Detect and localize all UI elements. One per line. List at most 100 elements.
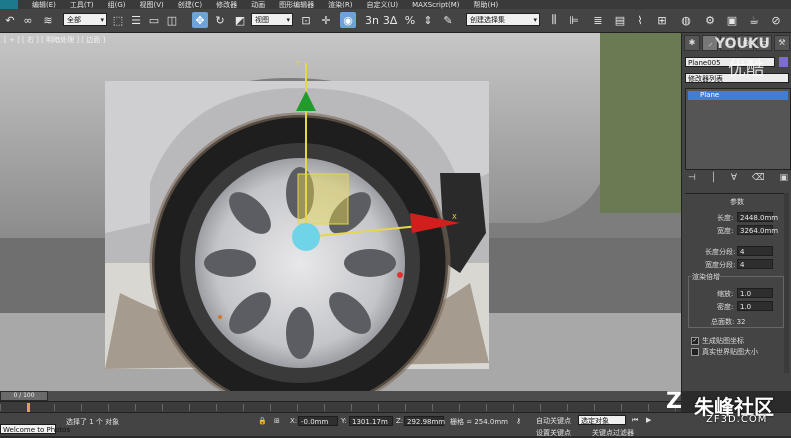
background-bushes <box>600 33 681 213</box>
scale-field[interactable]: 1.0 <box>737 288 773 298</box>
z-coord-field[interactable]: 292.98mm <box>404 416 445 426</box>
menu-maxscript[interactable]: MAXScript(M) <box>412 1 459 9</box>
rect-selection-icon[interactable]: ▭ <box>146 12 162 28</box>
undo-icon[interactable]: ↶ <box>2 12 18 28</box>
make-unique-icon[interactable]: ∀ <box>731 173 737 185</box>
current-frame-marker <box>27 403 30 412</box>
show-end-result-icon[interactable]: │ <box>711 173 716 185</box>
rotate-icon[interactable]: ↻ <box>212 12 228 28</box>
selection-status: 选择了 1 个 对象 <box>66 418 120 426</box>
y-coord-field[interactable]: 1301.17m <box>349 416 393 426</box>
edit-named-selection-icon[interactable]: ✎ <box>440 12 456 28</box>
set-key-button[interactable]: 设置关键点 <box>536 428 571 438</box>
grid-size-text: 栅格 = 254.0mm <box>450 418 508 426</box>
window-crossing-icon[interactable]: ◫ <box>164 12 180 28</box>
mirror-icon[interactable]: ⫼ <box>546 12 562 28</box>
curve-editor-icon[interactable]: ⌇ <box>632 12 648 28</box>
play-icon[interactable]: ▶ <box>646 416 651 424</box>
status-bar: Welcome to Photos 选择了 1 个 对象 🔒 ⊞ X: -0.0… <box>0 412 791 438</box>
angle-snap-count: 3 <box>382 13 390 27</box>
key-filters-button[interactable]: 关键点过滤器 <box>592 428 634 438</box>
snaps-toggle-icon[interactable]: 3n <box>364 12 380 28</box>
length-field[interactable]: 2448.0mm <box>737 212 778 222</box>
youku-watermark-bottom: 优酷 <box>728 59 764 80</box>
render-production-icon[interactable]: ☕ <box>746 12 762 28</box>
percent-snap-icon[interactable]: % <box>402 12 418 28</box>
link-icon[interactable]: ∞ <box>20 12 36 28</box>
scale-label: 缩放: <box>717 290 734 298</box>
length-segs-label: 长度分段: <box>705 248 736 256</box>
render-setup-icon[interactable]: ⚙ <box>702 12 718 28</box>
move-icon[interactable]: ✥ <box>192 12 208 28</box>
rendered-frame-icon[interactable]: ▣ <box>724 12 740 28</box>
stack-item-plane[interactable]: Plane <box>688 91 788 100</box>
site-watermark: ZF3D.COM <box>706 414 768 425</box>
bind-spacewarp-icon[interactable]: ≋ <box>40 12 56 28</box>
app-logo[interactable] <box>0 0 18 9</box>
perspective-viewport[interactable]: Y X [ + ] [ 右 ] [ 明暗处理 ] [ 边面 ] <box>0 33 681 391</box>
absolute-mode-icon[interactable]: ⊞ <box>274 417 280 425</box>
community-logo-icon: Z <box>666 389 682 414</box>
width-label: 宽度: <box>717 227 734 235</box>
real-world-map-label: 真实世界贴图大小 <box>702 348 758 356</box>
main-toolbar: ↶ ∞ ≋ 全部 ⬚ ☰ ▭ ◫ ✥ ↻ ◩ 视图 ⊡ ✛ ◉ 3n 3∆ % … <box>0 9 791 33</box>
utilities-tab-icon[interactable]: ⚒ <box>774 35 790 51</box>
key-icon[interactable]: ⚷ <box>516 417 521 425</box>
menu-bar: 编辑(E) 工具(T) 组(G) 视图(V) 创建(C) 修改器 动画 图形编辑… <box>0 0 791 9</box>
viewport-scene: Y X <box>0 33 681 391</box>
select-object-icon[interactable]: ⬚ <box>110 12 126 28</box>
x-axis-label: X <box>452 213 457 221</box>
render-iterative-icon[interactable]: ⊘ <box>768 12 784 28</box>
goto-start-icon[interactable]: ⏮ <box>632 416 638 425</box>
graphite-ribbon-icon[interactable]: ▤ <box>612 12 628 28</box>
z-coord-label: Z: <box>396 417 404 425</box>
layer-manager-icon[interactable]: ≣ <box>590 12 606 28</box>
angle-snap-icon[interactable]: 3 ∆ <box>382 12 398 28</box>
x-coord-field[interactable]: -0.0mm <box>298 416 338 426</box>
real-world-map-checkbox[interactable] <box>691 348 699 356</box>
selection-filter-dropdown[interactable]: 全部 <box>63 13 107 27</box>
y-coord-label: Y: <box>341 417 347 425</box>
reference-coord-dropdown[interactable]: 视图 <box>251 13 293 27</box>
named-selection-dropdown[interactable]: 创建选择集 <box>466 13 540 27</box>
density-label: 密度: <box>717 303 734 311</box>
maxscript-listener[interactable]: Welcome to Photos <box>0 424 70 434</box>
snaps-count: 3 <box>365 13 372 27</box>
lock-selection-icon[interactable]: 🔒 <box>258 417 267 425</box>
remove-modifier-icon[interactable]: ⌫ <box>752 173 765 185</box>
align-icon[interactable]: ⊫ <box>566 12 582 28</box>
command-panel: ✱ ◞ ⊥ ◎ ▭ ⚒ Plane005 修改器列表 Plane ⊣ │ ∀ ⌫… <box>681 33 791 391</box>
rollout-title[interactable]: 参数 <box>730 197 744 207</box>
length-segs-field[interactable]: 4 <box>737 246 773 256</box>
panel-scrollbar[interactable] <box>784 193 789 373</box>
width-field[interactable]: 3264.0mm <box>737 225 778 235</box>
scale-icon[interactable]: ◩ <box>232 12 248 28</box>
pin-stack-icon[interactable]: ⊣ <box>688 173 696 185</box>
gen-mapping-label: 生成贴图坐标 <box>702 337 744 345</box>
select-by-name-icon[interactable]: ☰ <box>128 12 144 28</box>
keyboard-shortcut-icon[interactable]: ◉ <box>340 12 356 28</box>
youku-watermark-top: YOUKU <box>715 36 770 52</box>
stack-controls: ⊣ │ ∀ ⌫ ▣ <box>688 173 788 185</box>
pivot-point[interactable] <box>292 223 320 251</box>
auto-key-button[interactable]: 自动关键点 <box>536 416 571 426</box>
material-editor-icon[interactable]: ◍ <box>678 12 694 28</box>
viewport-label[interactable]: [ + ] [ 右 ] [ 明暗处理 ] [ 边面 ] <box>4 35 105 45</box>
y-axis-label: Y <box>295 60 301 68</box>
total-faces-text: 总面数: 32 <box>711 318 746 326</box>
density-field[interactable]: 1.0 <box>737 301 773 311</box>
x-coord-label: X: <box>290 417 298 425</box>
configure-sets-icon[interactable]: ▣ <box>779 173 788 185</box>
modifier-stack: Plane <box>685 88 791 170</box>
key-filter-dropdown[interactable]: 选定对象 <box>578 415 626 425</box>
pivot-center-icon[interactable]: ⊡ <box>298 12 314 28</box>
width-segs-field[interactable]: 4 <box>737 259 773 269</box>
object-color-swatch[interactable] <box>779 57 788 67</box>
schematic-view-icon[interactable]: ⊞ <box>654 12 670 28</box>
create-tab-icon[interactable]: ✱ <box>684 35 700 51</box>
time-slider-thumb[interactable]: 0 / 100 <box>0 391 48 401</box>
spinner-snap-icon[interactable]: ⇕ <box>420 12 436 28</box>
select-manipulate-icon[interactable]: ✛ <box>318 12 334 28</box>
time-slider[interactable]: 0 / 100 <box>0 391 681 401</box>
gen-mapping-checkbox[interactable]: ✓ <box>691 337 699 345</box>
